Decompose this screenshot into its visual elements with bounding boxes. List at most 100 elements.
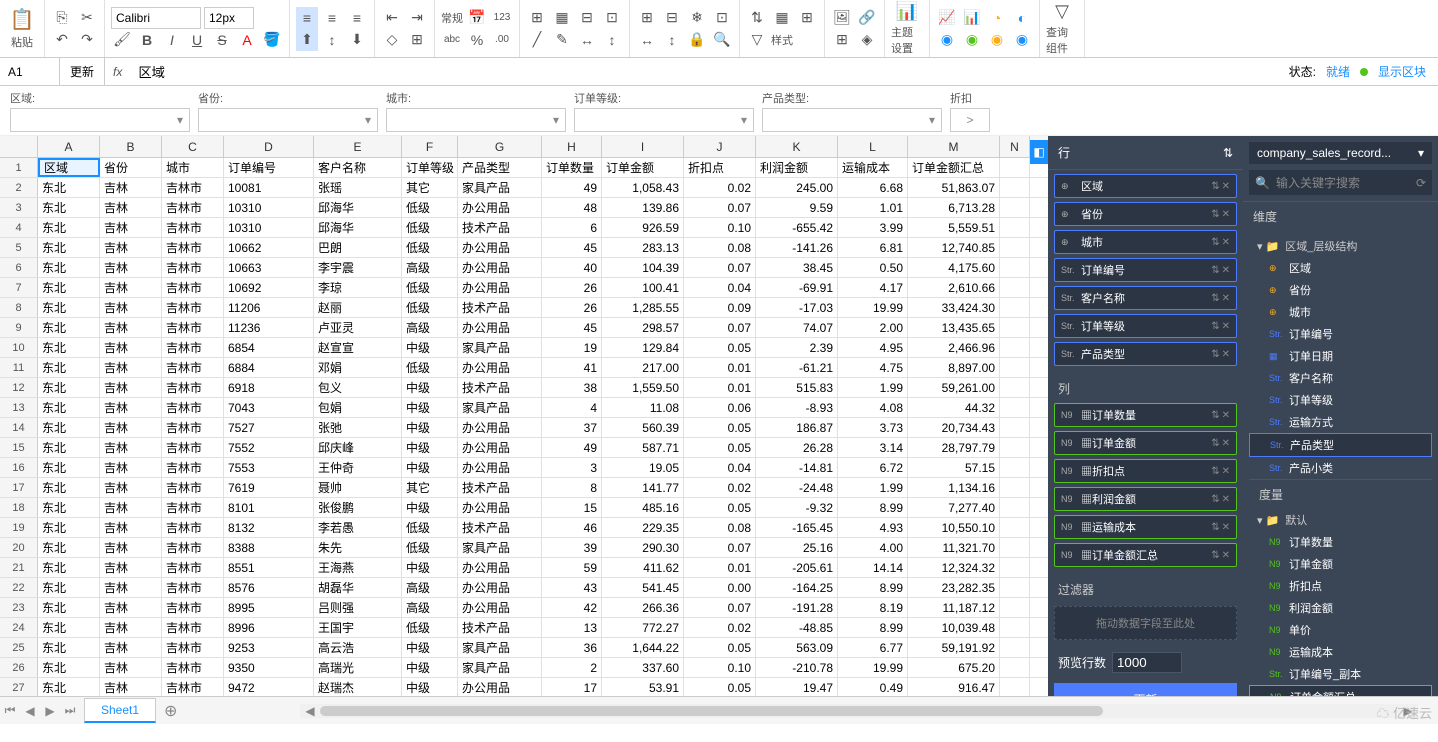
row-header[interactable]: 21 [0,558,38,577]
cell[interactable]: 0.06 [684,398,756,417]
tree-item[interactable]: N9订单金额汇总 [1249,685,1432,696]
cell[interactable]: 办公用品 [458,358,542,377]
cell[interactable] [1000,498,1030,517]
row-header[interactable]: 13 [0,398,38,417]
height-icon[interactable]: ↕ [661,29,683,51]
cell[interactable] [1000,258,1030,277]
remove-icon[interactable]: ✕ [1222,265,1230,276]
cell[interactable]: 7553 [224,458,314,477]
cell[interactable]: 10081 [224,178,314,197]
cell[interactable]: 11,321.70 [908,538,1000,557]
row-header[interactable]: 18 [0,498,38,517]
cell[interactable]: 东北 [38,438,100,457]
line-icon[interactable]: ╱ [526,29,548,51]
cell[interactable]: 吉林 [100,198,162,217]
widget-icon[interactable]: ◈ [856,29,878,51]
filter-region-select[interactable]: ▾ [10,108,190,132]
cell[interactable]: 8132 [224,518,314,537]
sort-icon[interactable]: ⇅ [1211,410,1219,421]
cell[interactable]: 2,610.66 [908,278,1000,297]
cell[interactable]: 办公用品 [458,238,542,257]
tree-item[interactable]: N9订单数量 [1249,531,1432,553]
cell[interactable] [1000,478,1030,497]
cell[interactable]: 中级 [402,558,458,577]
cell[interactable]: 吉林市 [162,438,224,457]
cell[interactable]: 4.08 [838,398,908,417]
pivot-icon[interactable]: ⊞ [796,7,818,29]
cell[interactable]: 10663 [224,258,314,277]
cell[interactable] [1000,298,1030,317]
row-header[interactable]: 25 [0,638,38,657]
merge-icon[interactable]: ⊞ [406,29,428,51]
cell[interactable]: 6,713.28 [908,198,1000,217]
cell[interactable] [1000,638,1030,657]
cell[interactable]: 8.99 [838,578,908,597]
cell[interactable]: 东北 [38,458,100,477]
dim-group[interactable]: ▾ 📁区域_层级结构 [1249,235,1432,257]
filter-icon[interactable]: ▽ [746,29,768,51]
cell[interactable]: 东北 [38,358,100,377]
cell[interactable]: 19.99 [838,658,908,677]
cell[interactable]: 吉林 [100,358,162,377]
column-header[interactable]: N [1000,136,1030,157]
cell[interactable]: 吉林市 [162,558,224,577]
cell[interactable]: 邱海华 [314,198,402,217]
cell[interactable]: -655.42 [756,218,838,237]
cell[interactable]: 4.93 [838,518,908,537]
cell[interactable] [1000,418,1030,437]
cell[interactable]: 104.39 [602,258,684,277]
sort-icon[interactable]: ⇅ [1211,438,1219,449]
cell[interactable]: 吉林市 [162,518,224,537]
cell[interactable]: 10,550.10 [908,518,1000,537]
cell[interactable]: 技术产品 [458,478,542,497]
text-icon[interactable]: abc [441,29,463,51]
cell[interactable]: 485.16 [602,498,684,517]
cell[interactable]: 订单金额 [602,158,684,177]
field-pill[interactable]: Str.订单编号⇅✕ [1054,258,1237,282]
cell[interactable]: 吉林市 [162,498,224,517]
preview-rows-input[interactable] [1112,652,1182,673]
query-button[interactable]: ▽ 查询组件 [1046,5,1078,53]
cell[interactable]: 中级 [402,458,458,477]
column-header[interactable]: D [224,136,314,157]
cell[interactable]: 东北 [38,378,100,397]
remove-icon[interactable]: ✕ [1222,550,1230,561]
sort-icon[interactable]: ⇅ [1211,293,1219,304]
cell[interactable]: 0.00 [684,578,756,597]
cell[interactable]: 4,175.60 [908,258,1000,277]
cell[interactable]: 张瑶 [314,178,402,197]
redo-icon[interactable]: ↷ [76,29,98,51]
cell[interactable]: 产品类型 [458,158,542,177]
cell[interactable]: 1,644.22 [602,638,684,657]
cell[interactable]: 吉林 [100,298,162,317]
cell[interactable]: 45 [542,238,602,257]
column-header[interactable]: C [162,136,224,157]
cell[interactable]: 技术产品 [458,218,542,237]
column-header[interactable]: F [402,136,458,157]
cell[interactable]: 低级 [402,358,458,377]
cell[interactable]: 王国宇 [314,618,402,637]
cell[interactable]: 低级 [402,238,458,257]
cell[interactable]: 胡磊华 [314,578,402,597]
cell[interactable]: 33,424.30 [908,298,1000,317]
cell[interactable]: 1.99 [838,478,908,497]
cell[interactable]: 东北 [38,238,100,257]
fill-color-icon[interactable]: 🪣 [261,29,283,51]
chart-funnel-icon[interactable]: ◉ [1011,29,1033,51]
cell[interactable]: 6854 [224,338,314,357]
cell[interactable]: 14.14 [838,558,908,577]
cell[interactable]: 低级 [402,198,458,217]
cell[interactable]: 吉林市 [162,198,224,217]
remove-icon[interactable]: ✕ [1222,209,1230,220]
cell[interactable]: 11206 [224,298,314,317]
cell[interactable]: 8101 [224,498,314,517]
tree-item[interactable]: N9订单金额 [1249,553,1432,575]
cell[interactable]: 4 [542,398,602,417]
cell[interactable]: 东北 [38,398,100,417]
column-header[interactable]: E [314,136,402,157]
italic-icon[interactable]: I [161,29,183,51]
cell[interactable]: 141.77 [602,478,684,497]
row-header[interactable]: 24 [0,618,38,637]
cell[interactable]: 吉林市 [162,278,224,297]
cell[interactable]: 20,734.43 [908,418,1000,437]
